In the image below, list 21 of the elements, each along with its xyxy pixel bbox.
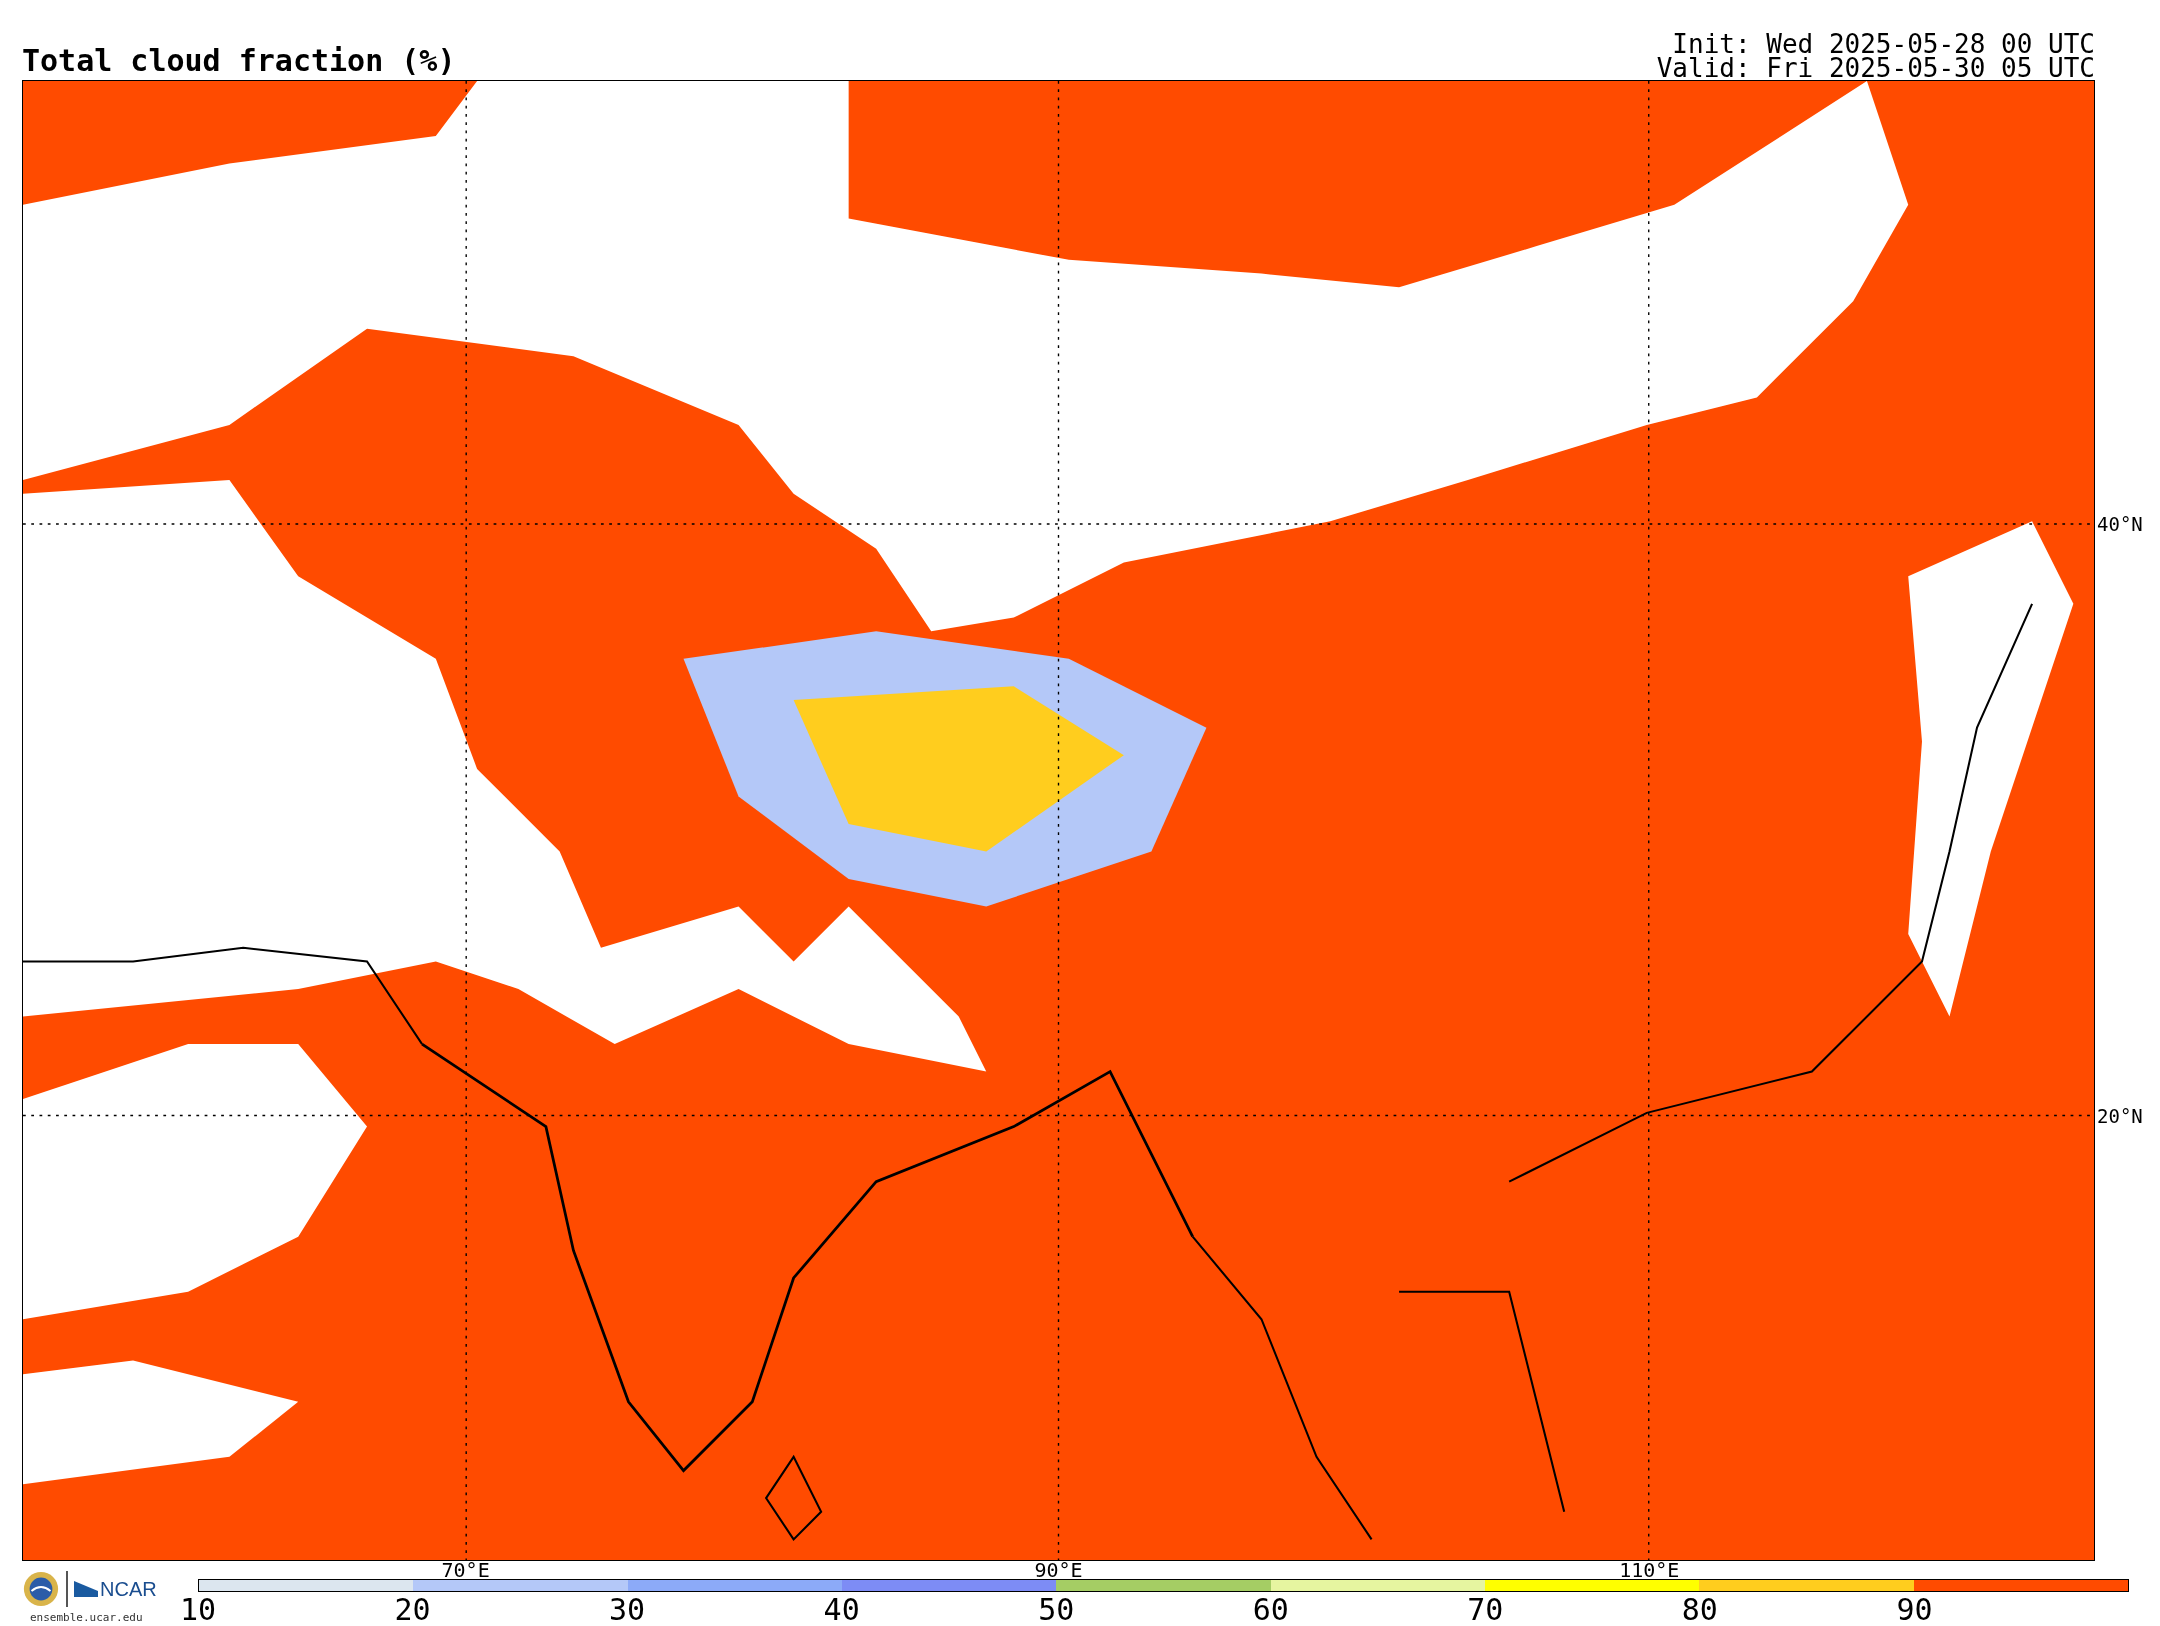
tick-label: 90 [1896,1594,1933,1626]
tick-label: 20 [394,1594,431,1626]
timestamp: Init: Wed 2025-05-28 00 UTC [1672,32,2095,56]
logo-text: NCAR [100,1577,157,1601]
tick-label: 70 [1467,1594,1504,1626]
tick-label: 50 [1038,1594,1075,1626]
timestamp: Valid: Fri 2025-05-30 05 UTC [1656,56,2095,80]
ncar-logo-icon [74,1579,98,1599]
tick-label: 60 [1252,1594,1289,1626]
tick-label: 40 [823,1594,860,1626]
longitude-label: 110°E [1619,1559,1680,1581]
tick-label: 30 [609,1594,646,1626]
tick-label: 10 [179,1594,217,1626]
seal-icon [22,1570,60,1608]
longitude-label: 90°E [1034,1559,1083,1581]
tick-label: 80 [1681,1594,1718,1626]
chart-title: Total cloud fraction (%) [22,44,456,80]
site-url: ensemble.ucar.edu [30,1611,143,1624]
latitude-label: 20°N [2097,1105,2143,1126]
longitude-label: 70°E [441,1559,490,1581]
latitude-label: 40°N [2097,513,2143,534]
